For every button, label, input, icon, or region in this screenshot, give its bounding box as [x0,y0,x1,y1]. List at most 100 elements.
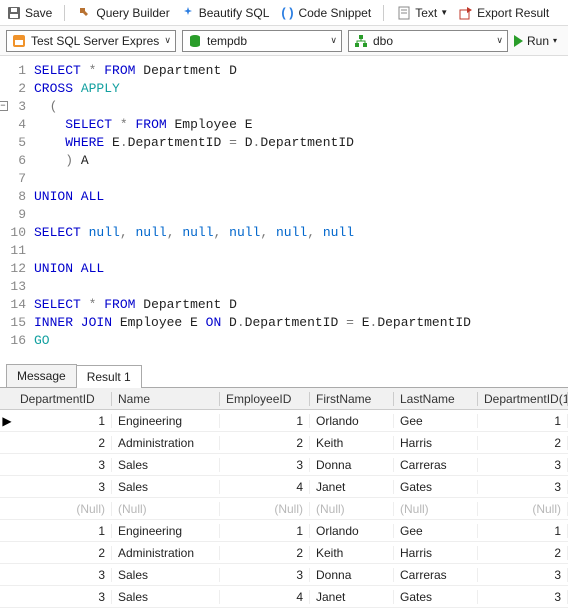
tab-message[interactable]: Message [6,364,77,387]
cell[interactable]: Janet [310,480,394,494]
cell[interactable]: 3 [14,458,112,472]
code-line[interactable]: ( [34,98,568,116]
cell[interactable]: 2 [478,436,568,450]
cell[interactable]: 3 [14,590,112,604]
cell[interactable]: (Null) [478,502,568,516]
code-line[interactable]: CROSS APPLY [34,80,568,98]
text-button[interactable]: Text ▼ [396,5,448,21]
table-row[interactable]: 3Sales4JanetGates3 [0,586,568,608]
save-button[interactable]: Save [6,5,52,21]
cell[interactable]: Gates [394,480,478,494]
cell[interactable]: 2 [220,546,310,560]
cell[interactable]: Janet [310,590,394,604]
schema-selector[interactable]: dbo ∨ [348,30,508,52]
col-header[interactable]: FirstName [310,392,394,406]
code-line[interactable]: GO [34,332,568,350]
cell[interactable]: Engineering [112,414,220,428]
cell[interactable]: Donna [310,568,394,582]
cell[interactable]: (Null) [394,502,478,516]
table-row[interactable]: 1Engineering1OrlandoGee1 [0,520,568,542]
export-result-button[interactable]: Export Result [458,5,549,21]
cell[interactable]: 3 [478,590,568,604]
cell[interactable]: 4 [220,480,310,494]
tab-result-1[interactable]: Result 1 [76,365,142,388]
col-header[interactable]: Name [112,392,220,406]
query-builder-button[interactable]: Query Builder [77,5,169,21]
cell[interactable]: 3 [478,480,568,494]
connection-selector[interactable]: Test SQL Server Expres ∨ [6,30,176,52]
cell[interactable]: Administration [112,546,220,560]
col-header[interactable]: DepartmentID(1) [478,392,568,406]
cell[interactable]: Sales [112,590,220,604]
table-row[interactable]: 2Administration2KeithHarris2 [0,542,568,564]
code-line[interactable]: SELECT * FROM Employee E [34,116,568,134]
code-snippet-button[interactable]: ( ) Code Snippet [279,5,371,21]
cell[interactable]: 2 [14,546,112,560]
cell[interactable]: Gee [394,414,478,428]
fold-toggle-icon[interactable]: − [0,101,8,111]
cell[interactable]: Gates [394,590,478,604]
cell[interactable]: 3 [478,458,568,472]
database-selector[interactable]: tempdb ∨ [182,30,342,52]
col-header[interactable]: EmployeeID [220,392,310,406]
cell[interactable]: Administration [112,436,220,450]
code-line[interactable]: ) A [34,152,568,170]
cell[interactable]: 3 [220,458,310,472]
table-row[interactable]: 3Sales4JanetGates3 [0,476,568,498]
cell[interactable]: (Null) [220,502,310,516]
cell[interactable]: 3 [220,568,310,582]
cell[interactable]: 2 [220,436,310,450]
cell[interactable]: 1 [478,524,568,538]
code-line[interactable]: UNION ALL [34,188,568,206]
col-header[interactable]: DepartmentID [14,392,112,406]
cell[interactable]: 3 [478,568,568,582]
cell[interactable]: Sales [112,568,220,582]
cell[interactable]: Sales [112,480,220,494]
table-row[interactable]: ▶1Engineering1OrlandoGee1 [0,410,568,432]
code-line[interactable] [34,278,568,296]
table-row[interactable]: 3Sales3DonnaCarreras3 [0,564,568,586]
cell[interactable]: (Null) [310,502,394,516]
run-button[interactable]: Run ▾ [514,34,557,48]
cell[interactable]: Keith [310,546,394,560]
cell[interactable]: 3 [14,568,112,582]
cell[interactable]: Donna [310,458,394,472]
cell[interactable]: (Null) [112,502,220,516]
cell[interactable]: Carreras [394,458,478,472]
cell[interactable]: Carreras [394,568,478,582]
cell[interactable]: 1 [14,524,112,538]
cell[interactable]: 4 [220,590,310,604]
cell[interactable]: Orlando [310,524,394,538]
code-line[interactable] [34,170,568,188]
cell[interactable]: 1 [220,414,310,428]
code-line[interactable]: SELECT * FROM Department D [34,62,568,80]
code-line[interactable]: SELECT null, null, null, null, null, nul… [34,224,568,242]
code-line[interactable] [34,242,568,260]
sql-editor[interactable]: 123−45678910111213141516 SELECT * FROM D… [0,56,568,360]
cell[interactable]: Harris [394,436,478,450]
beautify-button[interactable]: Beautify SQL [180,5,270,21]
table-row[interactable]: (Null)(Null)(Null)(Null)(Null)(Null) [0,498,568,520]
code-area[interactable]: SELECT * FROM Department DCROSS APPLY ( … [34,62,568,350]
cell[interactable]: 3 [14,480,112,494]
cell[interactable]: Harris [394,546,478,560]
cell[interactable]: 1 [220,524,310,538]
cell[interactable]: Sales [112,458,220,472]
cell[interactable]: 2 [14,436,112,450]
code-line[interactable]: UNION ALL [34,260,568,278]
cell[interactable]: Gee [394,524,478,538]
cell[interactable]: 1 [14,414,112,428]
code-line[interactable]: WHERE E.DepartmentID = D.DepartmentID [34,134,568,152]
table-row[interactable]: 3Sales3DonnaCarreras3 [0,454,568,476]
cell[interactable]: Orlando [310,414,394,428]
cell[interactable]: 2 [478,546,568,560]
cell[interactable]: 1 [478,414,568,428]
code-line[interactable]: SELECT * FROM Department D [34,296,568,314]
col-header[interactable]: LastName [394,392,478,406]
code-line[interactable]: INNER JOIN Employee E ON D.DepartmentID … [34,314,568,332]
table-row[interactable]: 2Administration2KeithHarris2 [0,432,568,454]
cell[interactable]: Keith [310,436,394,450]
cell[interactable]: Engineering [112,524,220,538]
code-line[interactable] [34,206,568,224]
cell[interactable]: (Null) [14,502,112,516]
